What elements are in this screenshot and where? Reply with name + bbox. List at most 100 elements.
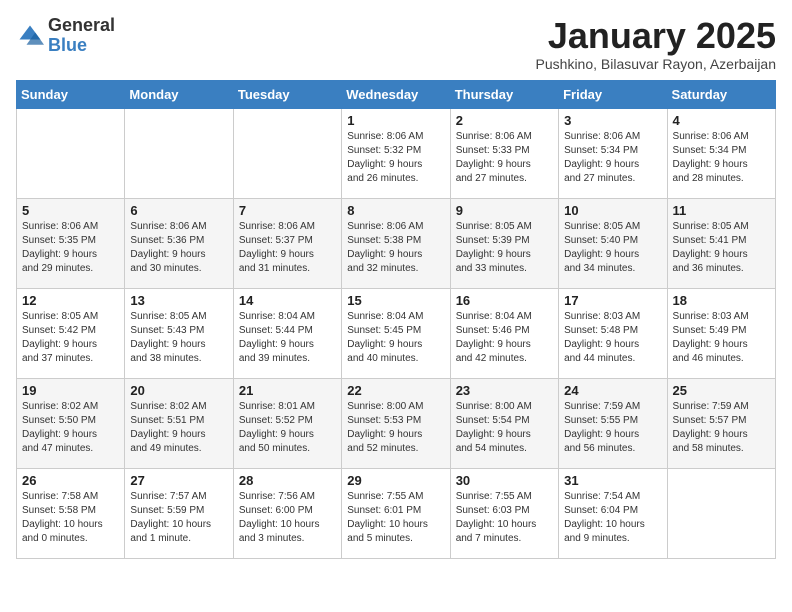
day-info: Sunrise: 7:56 AM Sunset: 6:00 PM Dayligh… [239,490,336,546]
day-number: 18 [673,293,770,308]
day-info: Sunrise: 8:00 AM Sunset: 5:53 PM Dayligh… [347,400,444,456]
week-row-5: 26Sunrise: 7:58 AM Sunset: 5:58 PM Dayli… [17,468,776,558]
logo-general-text: General [48,15,115,35]
weekday-header-row: SundayMondayTuesdayWednesdayThursdayFrid… [17,80,776,108]
weekday-header-saturday: Saturday [667,80,775,108]
day-number: 1 [347,113,444,128]
weekday-header-monday: Monday [125,80,233,108]
day-number: 16 [456,293,553,308]
calendar-table: SundayMondayTuesdayWednesdayThursdayFrid… [16,80,776,559]
day-cell: 15 Sunrise: 8:04 AM Sunset: 5:45 PM Dayli… [342,288,450,378]
day-cell: 25 Sunrise: 7:59 AM Sunset: 5:57 PM Dayli… [667,378,775,468]
day-cell: 13Sunrise: 8:05 AM Sunset: 5:43 PM Dayli… [125,288,233,378]
month-title: January 2025 [536,16,776,56]
week-row-2: 5Sunrise: 8:06 AM Sunset: 5:35 PM Daylig… [17,198,776,288]
day-number: 9 [456,203,553,218]
day-number: 5 [22,203,119,218]
day-number: 8 [347,203,444,218]
day-cell: 1 Sunrise: 8:06 AM Sunset: 5:32 PM Daylig… [342,108,450,198]
day-cell: 12Sunrise: 8:05 AM Sunset: 5:42 PM Dayli… [17,288,125,378]
day-number: 19 [22,383,119,398]
day-info: Sunrise: 7:55 AM Sunset: 6:03 PM Dayligh… [456,490,553,546]
day-info: Sunrise: 8:06 AM Sunset: 5:36 PM Dayligh… [130,220,227,276]
day-info: Sunrise: 8:05 AM Sunset: 5:40 PM Dayligh… [564,220,661,276]
day-number: 11 [673,203,770,218]
day-cell: 10 Sunrise: 8:05 AM Sunset: 5:40 PM Dayli… [559,198,667,288]
day-number: 29 [347,473,444,488]
day-cell: 6Sunrise: 8:06 AM Sunset: 5:36 PM Daylig… [125,198,233,288]
logo-blue-text: Blue [48,35,87,55]
weekday-header-tuesday: Tuesday [233,80,341,108]
day-cell: 7Sunrise: 8:06 AM Sunset: 5:37 PM Daylig… [233,198,341,288]
day-cell: 23 Sunrise: 8:00 AM Sunset: 5:54 PM Dayli… [450,378,558,468]
day-number: 30 [456,473,553,488]
weekday-header-thursday: Thursday [450,80,558,108]
week-row-3: 12Sunrise: 8:05 AM Sunset: 5:42 PM Dayli… [17,288,776,378]
day-info: Sunrise: 8:06 AM Sunset: 5:32 PM Dayligh… [347,130,444,186]
day-info: Sunrise: 8:04 AM Sunset: 5:44 PM Dayligh… [239,310,336,366]
day-info: Sunrise: 8:06 AM Sunset: 5:34 PM Dayligh… [564,130,661,186]
week-row-4: 19 Sunrise: 8:02 AM Sunset: 5:50 PM Dayli… [17,378,776,468]
logo-icon [16,22,44,50]
day-number: 21 [239,383,336,398]
day-number: 10 [564,203,661,218]
day-number: 2 [456,113,553,128]
day-info: Sunrise: 8:05 AM Sunset: 5:43 PM Dayligh… [130,310,227,366]
day-cell: 18 Sunrise: 8:03 AM Sunset: 5:49 PM Dayli… [667,288,775,378]
day-number: 4 [673,113,770,128]
day-info: Sunrise: 8:03 AM Sunset: 5:49 PM Dayligh… [673,310,770,366]
day-number: 23 [456,383,553,398]
day-info: Sunrise: 8:06 AM Sunset: 5:33 PM Dayligh… [456,130,553,186]
day-cell: 3 Sunrise: 8:06 AM Sunset: 5:34 PM Daylig… [559,108,667,198]
day-info: Sunrise: 7:57 AM Sunset: 5:59 PM Dayligh… [130,490,227,546]
title-block: January 2025 Pushkino, Bilasuvar Rayon, … [536,16,776,72]
day-cell: 29 Sunrise: 7:55 AM Sunset: 6:01 PM Dayli… [342,468,450,558]
day-info: Sunrise: 8:05 AM Sunset: 5:42 PM Dayligh… [22,310,119,366]
day-number: 3 [564,113,661,128]
day-number: 27 [130,473,227,488]
day-info: Sunrise: 8:02 AM Sunset: 5:50 PM Dayligh… [22,400,119,456]
day-number: 31 [564,473,661,488]
day-cell: 20 Sunrise: 8:02 AM Sunset: 5:51 PM Dayli… [125,378,233,468]
day-number: 17 [564,293,661,308]
day-cell: 31 Sunrise: 7:54 AM Sunset: 6:04 PM Dayli… [559,468,667,558]
day-cell [125,108,233,198]
day-cell: 26Sunrise: 7:58 AM Sunset: 5:58 PM Dayli… [17,468,125,558]
day-cell: 24Sunrise: 7:59 AM Sunset: 5:55 PM Dayli… [559,378,667,468]
location-title: Pushkino, Bilasuvar Rayon, Azerbaijan [536,56,776,72]
day-cell: 4Sunrise: 8:06 AM Sunset: 5:34 PM Daylig… [667,108,775,198]
day-number: 20 [130,383,227,398]
day-cell: 9Sunrise: 8:05 AM Sunset: 5:39 PM Daylig… [450,198,558,288]
day-info: Sunrise: 8:06 AM Sunset: 5:38 PM Dayligh… [347,220,444,276]
day-cell: 16Sunrise: 8:04 AM Sunset: 5:46 PM Dayli… [450,288,558,378]
day-cell: 27 Sunrise: 7:57 AM Sunset: 5:59 PM Dayli… [125,468,233,558]
day-number: 25 [673,383,770,398]
day-info: Sunrise: 8:04 AM Sunset: 5:45 PM Dayligh… [347,310,444,366]
day-cell: 5Sunrise: 8:06 AM Sunset: 5:35 PM Daylig… [17,198,125,288]
day-number: 22 [347,383,444,398]
day-info: Sunrise: 8:00 AM Sunset: 5:54 PM Dayligh… [456,400,553,456]
day-cell [17,108,125,198]
day-cell: 17 Sunrise: 8:03 AM Sunset: 5:48 PM Dayli… [559,288,667,378]
day-cell: 21Sunrise: 8:01 AM Sunset: 5:52 PM Dayli… [233,378,341,468]
weekday-header-sunday: Sunday [17,80,125,108]
day-info: Sunrise: 7:59 AM Sunset: 5:55 PM Dayligh… [564,400,661,456]
weekday-header-wednesday: Wednesday [342,80,450,108]
weekday-header-friday: Friday [559,80,667,108]
day-number: 28 [239,473,336,488]
logo: General Blue [16,16,115,56]
day-number: 26 [22,473,119,488]
day-number: 15 [347,293,444,308]
day-info: Sunrise: 8:06 AM Sunset: 5:37 PM Dayligh… [239,220,336,276]
day-info: Sunrise: 8:02 AM Sunset: 5:51 PM Dayligh… [130,400,227,456]
day-cell [667,468,775,558]
day-info: Sunrise: 8:03 AM Sunset: 5:48 PM Dayligh… [564,310,661,366]
day-info: Sunrise: 7:59 AM Sunset: 5:57 PM Dayligh… [673,400,770,456]
day-info: Sunrise: 7:54 AM Sunset: 6:04 PM Dayligh… [564,490,661,546]
day-cell: 2 Sunrise: 8:06 AM Sunset: 5:33 PM Daylig… [450,108,558,198]
day-info: Sunrise: 7:55 AM Sunset: 6:01 PM Dayligh… [347,490,444,546]
day-cell: 11Sunrise: 8:05 AM Sunset: 5:41 PM Dayli… [667,198,775,288]
day-cell: 28 Sunrise: 7:56 AM Sunset: 6:00 PM Dayli… [233,468,341,558]
day-cell: 22 Sunrise: 8:00 AM Sunset: 5:53 PM Dayli… [342,378,450,468]
day-cell: 14Sunrise: 8:04 AM Sunset: 5:44 PM Dayli… [233,288,341,378]
